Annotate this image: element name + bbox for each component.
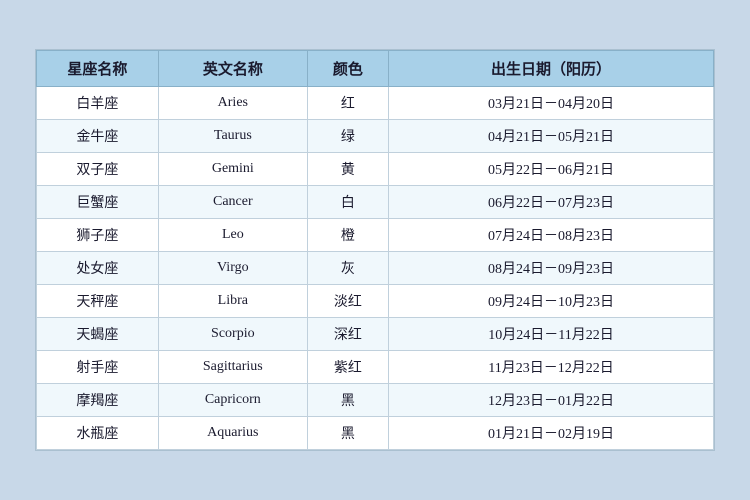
cell-color: 黄: [307, 153, 388, 186]
cell-english-name: Taurus: [158, 120, 307, 153]
cell-english-name: Aquarius: [158, 417, 307, 450]
cell-color: 灰: [307, 252, 388, 285]
cell-chinese-name: 处女座: [37, 252, 159, 285]
table-row: 双子座Gemini黄05月22日－06月21日: [37, 153, 714, 186]
cell-chinese-name: 狮子座: [37, 219, 159, 252]
table-row: 金牛座Taurus绿04月21日－05月21日: [37, 120, 714, 153]
table-row: 射手座Sagittarius紫红11月23日－12月22日: [37, 351, 714, 384]
cell-color: 紫红: [307, 351, 388, 384]
cell-dates: 01月21日－02月19日: [389, 417, 714, 450]
table-row: 巨蟹座Cancer白06月22日－07月23日: [37, 186, 714, 219]
table-row: 白羊座Aries红03月21日－04月20日: [37, 87, 714, 120]
header-english-name: 英文名称: [158, 51, 307, 87]
cell-dates: 12月23日－01月22日: [389, 384, 714, 417]
zodiac-table-wrapper: 星座名称 英文名称 颜色 出生日期（阳历） 白羊座Aries红03月21日－04…: [35, 49, 715, 451]
cell-dates: 03月21日－04月20日: [389, 87, 714, 120]
cell-color: 黑: [307, 384, 388, 417]
cell-color: 黑: [307, 417, 388, 450]
cell-dates: 11月23日－12月22日: [389, 351, 714, 384]
cell-dates: 04月21日－05月21日: [389, 120, 714, 153]
cell-dates: 09月24日－10月23日: [389, 285, 714, 318]
cell-chinese-name: 天秤座: [37, 285, 159, 318]
table-body: 白羊座Aries红03月21日－04月20日金牛座Taurus绿04月21日－0…: [37, 87, 714, 450]
table-row: 天秤座Libra淡红09月24日－10月23日: [37, 285, 714, 318]
cell-chinese-name: 巨蟹座: [37, 186, 159, 219]
table-row: 处女座Virgo灰08月24日－09月23日: [37, 252, 714, 285]
zodiac-table: 星座名称 英文名称 颜色 出生日期（阳历） 白羊座Aries红03月21日－04…: [36, 50, 714, 450]
cell-english-name: Leo: [158, 219, 307, 252]
cell-english-name: Cancer: [158, 186, 307, 219]
cell-english-name: Gemini: [158, 153, 307, 186]
cell-color: 橙: [307, 219, 388, 252]
cell-english-name: Libra: [158, 285, 307, 318]
cell-chinese-name: 水瓶座: [37, 417, 159, 450]
table-row: 水瓶座Aquarius黑01月21日－02月19日: [37, 417, 714, 450]
cell-chinese-name: 双子座: [37, 153, 159, 186]
header-birthdate: 出生日期（阳历）: [389, 51, 714, 87]
table-header-row: 星座名称 英文名称 颜色 出生日期（阳历）: [37, 51, 714, 87]
cell-chinese-name: 天蝎座: [37, 318, 159, 351]
table-row: 摩羯座Capricorn黑12月23日－01月22日: [37, 384, 714, 417]
header-color: 颜色: [307, 51, 388, 87]
table-row: 狮子座Leo橙07月24日－08月23日: [37, 219, 714, 252]
cell-english-name: Capricorn: [158, 384, 307, 417]
cell-english-name: Virgo: [158, 252, 307, 285]
cell-english-name: Sagittarius: [158, 351, 307, 384]
cell-dates: 07月24日－08月23日: [389, 219, 714, 252]
cell-chinese-name: 射手座: [37, 351, 159, 384]
cell-chinese-name: 摩羯座: [37, 384, 159, 417]
cell-color: 绿: [307, 120, 388, 153]
cell-color: 白: [307, 186, 388, 219]
cell-color: 红: [307, 87, 388, 120]
cell-dates: 08月24日－09月23日: [389, 252, 714, 285]
table-row: 天蝎座Scorpio深红10月24日－11月22日: [37, 318, 714, 351]
cell-dates: 05月22日－06月21日: [389, 153, 714, 186]
cell-color: 淡红: [307, 285, 388, 318]
cell-chinese-name: 金牛座: [37, 120, 159, 153]
header-chinese-name: 星座名称: [37, 51, 159, 87]
cell-english-name: Scorpio: [158, 318, 307, 351]
cell-color: 深红: [307, 318, 388, 351]
cell-dates: 10月24日－11月22日: [389, 318, 714, 351]
cell-dates: 06月22日－07月23日: [389, 186, 714, 219]
cell-chinese-name: 白羊座: [37, 87, 159, 120]
cell-english-name: Aries: [158, 87, 307, 120]
